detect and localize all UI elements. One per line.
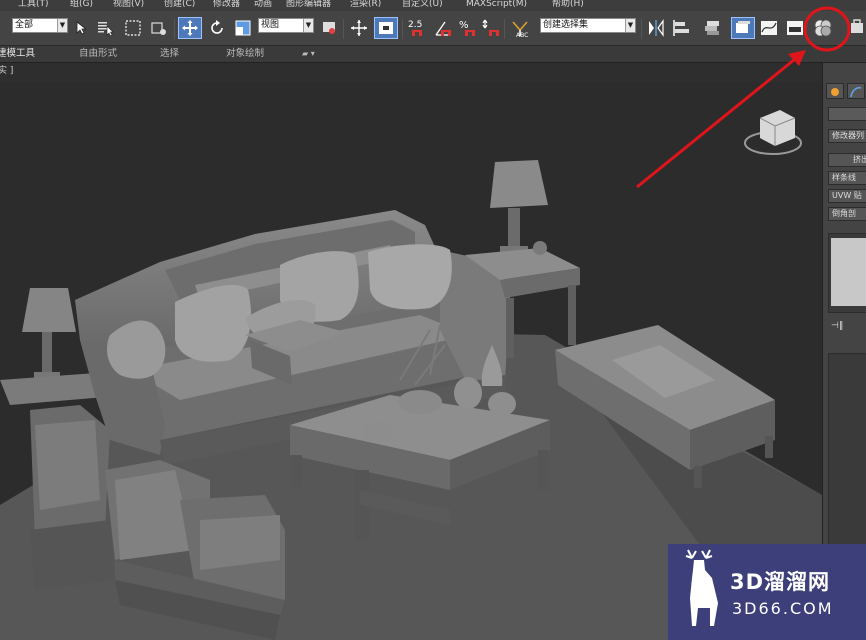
right-table-lamp — [490, 160, 548, 254]
menu-help[interactable]: 帮助(H) — [552, 0, 584, 10]
bevel-profile-modifier-button[interactable]: 倒角剖 — [828, 207, 866, 221]
toolbar-separator — [174, 19, 175, 39]
named-selection-set-dropdown[interactable]: 创建选择集 ▼ — [540, 18, 636, 33]
bevel-profile-modifier-label: 倒角剖 — [832, 209, 856, 218]
modifier-stack-item[interactable] — [831, 238, 866, 306]
curve-editor-icon[interactable] — [758, 17, 780, 39]
menu-bar: 工具(T) 组(G) 视图(V) 创建(C) 修改器 动画 图形编辑器 渲染(R… — [0, 0, 866, 11]
uvw-map-modifier-label: UVW 贴 — [832, 191, 862, 200]
render-setup-icon[interactable] — [847, 17, 866, 39]
ribbon-bar: 建模工具 自由形式 选择 对象绘制 ▰ ▾ — [0, 46, 866, 63]
toolbar-separator — [402, 19, 403, 39]
snaps-toggle-icon[interactable]: 2.5 — [406, 17, 428, 39]
create-tab-icon[interactable] — [826, 83, 844, 99]
keyboard-shortcut-override-icon[interactable] — [374, 17, 398, 39]
chevron-down-icon: ▼ — [625, 19, 635, 32]
watermark-brand-name: 3D溜溜网 — [730, 570, 831, 594]
tab-object-paint[interactable]: 对象绘制 — [226, 48, 264, 60]
menu-customize[interactable]: 自定义(U) — [402, 0, 443, 10]
spline-modifier-label: 样条线 — [832, 173, 856, 182]
select-and-manipulate-icon[interactable] — [348, 17, 370, 39]
menu-view[interactable]: 视图(V) — [113, 0, 144, 10]
extrude-modifier-label: 挤出 — [853, 155, 866, 164]
modifier-list-label: 修改器列 — [832, 131, 864, 140]
extrude-modifier-button[interactable]: 挤出 — [828, 153, 866, 167]
reference-coordinate-value: 视图 — [261, 20, 280, 30]
edit-named-selection-icon[interactable]: ABC — [508, 17, 532, 39]
object-name-field[interactable] — [828, 107, 866, 121]
modify-tab-icon[interactable] — [847, 83, 865, 99]
spinner-snap-icon[interactable] — [480, 17, 502, 39]
schematic-view-icon[interactable] — [784, 17, 806, 39]
viewcube-icon[interactable] — [744, 110, 802, 155]
menu-graph-editors[interactable]: 图形编辑器 — [286, 0, 331, 10]
toggle-scene-explorer-icon[interactable] — [731, 17, 755, 39]
uvw-map-modifier-button[interactable]: UVW 贴 — [828, 189, 866, 203]
menu-create[interactable]: 创建(C) — [164, 0, 195, 10]
menu-maxscript[interactable]: MAXScript(M) — [466, 0, 527, 10]
menu-rendering[interactable]: 渲染(R) — [350, 0, 381, 10]
select-object-icon[interactable] — [72, 17, 92, 39]
spline-modifier-button[interactable]: 样条线 — [828, 171, 866, 185]
selection-filter-value: 全部 — [15, 20, 34, 30]
watermark-domain: 3D66.COM — [732, 599, 834, 618]
deer-logo-icon — [685, 549, 718, 626]
armchair-left — [30, 405, 115, 590]
menu-tools[interactable]: 工具(T) — [18, 0, 49, 10]
select-and-move-icon[interactable] — [178, 17, 202, 39]
menu-animation[interactable]: 动画 — [254, 0, 272, 10]
tab-freeform[interactable]: 自由形式 — [79, 48, 117, 60]
reference-coordinate-dropdown[interactable]: 视图 ▼ — [258, 18, 314, 33]
rectangular-selection-region-icon[interactable] — [122, 17, 144, 39]
selection-filter-dropdown[interactable]: 全部 ▼ — [12, 18, 68, 33]
pin-stack-icon[interactable]: ⊣‖ — [831, 321, 843, 331]
svg-text:%: % — [459, 20, 469, 31]
align-icon[interactable] — [671, 17, 693, 39]
tab-modeling-tools[interactable]: 建模工具 — [0, 48, 35, 60]
select-and-rotate-icon[interactable] — [206, 17, 228, 39]
menu-group[interactable]: 组(G) — [70, 0, 93, 10]
toolbar-separator — [641, 19, 642, 39]
toolbar-separator — [343, 19, 344, 39]
ribbon-options-icon[interactable]: ▰ ▾ — [302, 48, 315, 60]
menu-modifiers[interactable]: 修改器 — [213, 0, 240, 10]
modifier-stack[interactable] — [828, 233, 866, 313]
svg-text:2.5: 2.5 — [408, 20, 422, 30]
3dsmax-window: 工具(T) 组(G) 视图(V) 创建(C) 修改器 动画 图形编辑器 渲染(R… — [0, 0, 866, 640]
window-crossing-icon[interactable] — [148, 17, 170, 39]
chevron-down-icon: ▼ — [303, 19, 313, 32]
percent-snap-icon[interactable]: % — [456, 17, 478, 39]
chevron-down-icon: ▼ — [57, 19, 67, 32]
pivot-center-icon[interactable] — [318, 17, 340, 39]
material-editor-icon[interactable] — [811, 17, 835, 39]
svg-text:ABC: ABC — [516, 32, 528, 38]
main-toolbar: 全部 ▼ 视图 ▼ 2.5 % ABC 创建选择集 ▼ — [0, 11, 866, 46]
viewport-header: 实 ] — [0, 63, 822, 82]
named-selection-set-value: 创建选择集 — [543, 20, 589, 30]
left-table-lamp — [22, 288, 76, 380]
viewport-label[interactable]: 实 ] — [0, 63, 13, 76]
angle-snap-icon[interactable] — [432, 17, 454, 39]
toolbar-separator — [504, 19, 505, 39]
modifier-list-dropdown[interactable]: 修改器列 — [828, 129, 866, 143]
mirror-icon[interactable] — [645, 17, 667, 39]
select-by-name-icon[interactable] — [96, 17, 116, 39]
watermark: 3D溜溜网 3D66.COM — [668, 544, 866, 640]
tab-selection[interactable]: 选择 — [160, 48, 179, 60]
layer-explorer-icon[interactable] — [701, 17, 723, 39]
select-and-scale-icon[interactable] — [232, 17, 254, 39]
